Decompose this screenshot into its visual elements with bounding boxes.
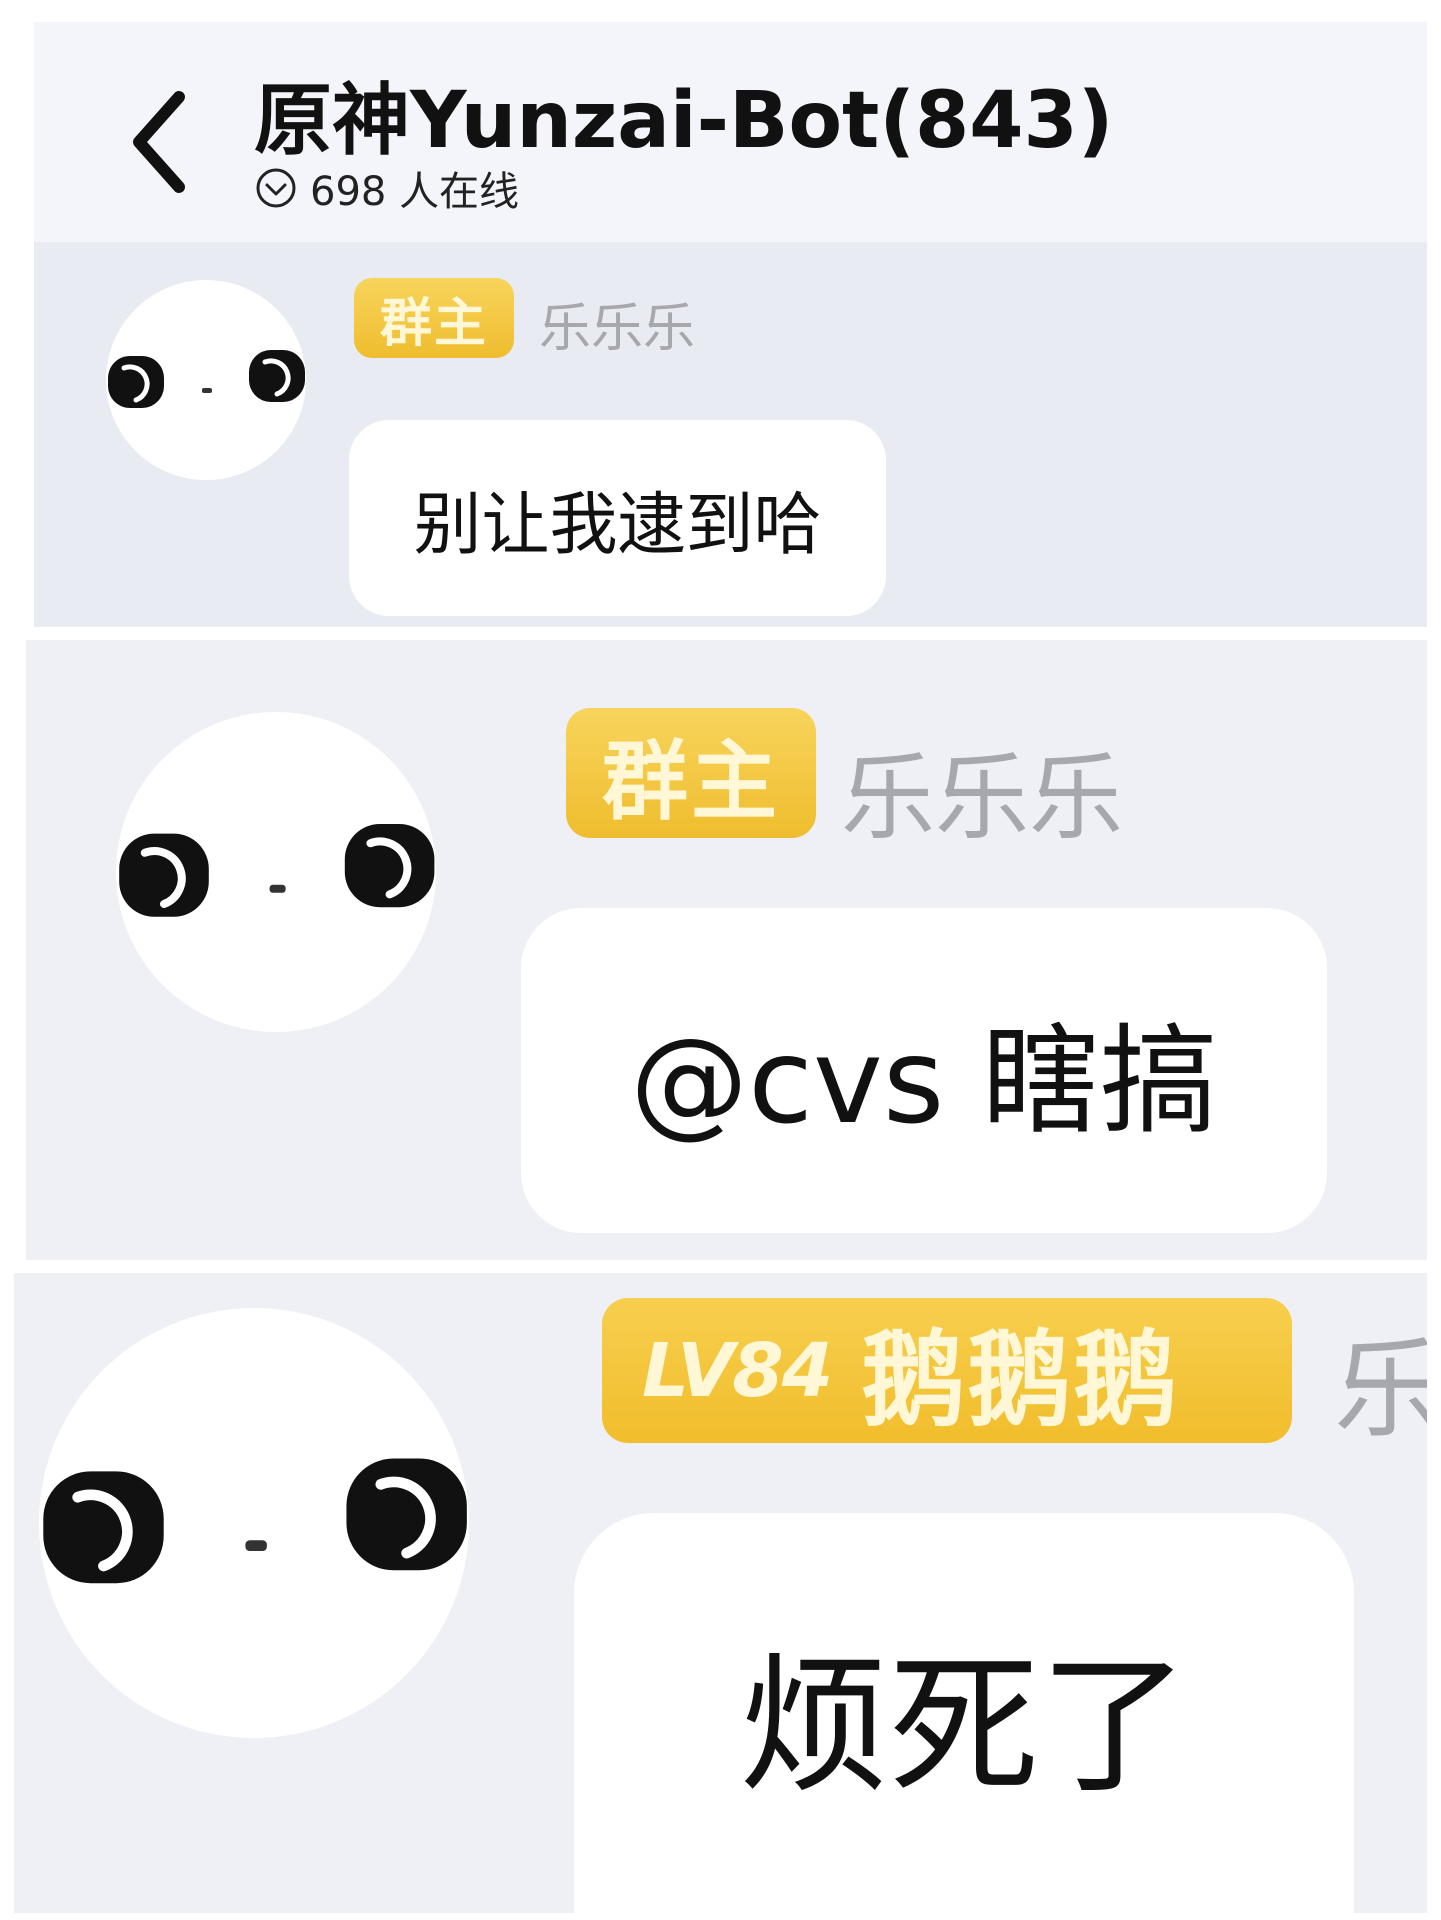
level-label: LV84	[642, 1327, 833, 1414]
avatar[interactable]	[106, 280, 306, 480]
member-title: 鹅鹅鹅	[861, 1319, 1180, 1441]
online-count-label: 698 人在线	[310, 169, 520, 215]
chat-screenshot-panel-3: LV84 鹅鹅鹅 乐 烦死了	[14, 1273, 1427, 1913]
sender-nickname[interactable]: 乐乐乐	[841, 722, 1123, 858]
avatar[interactable]	[116, 712, 436, 1032]
group-title[interactable]: 原神Yunzai-Bot(843)	[254, 58, 1113, 170]
level-title-badge: LV84 鹅鹅鹅	[602, 1298, 1292, 1443]
avatar[interactable]	[34, 1308, 474, 1738]
chevron-left-icon[interactable]	[124, 87, 194, 197]
message-bubble[interactable]: @cvs 瞎搞	[521, 908, 1327, 1233]
online-count[interactable]: 698 人在线	[254, 160, 519, 216]
owner-badge: 群主	[566, 708, 816, 838]
chevron-down-circle-icon	[256, 168, 296, 208]
message-row: 群主 乐乐乐 别让我逮到哈	[34, 242, 1427, 627]
sender-nickname[interactable]: 乐乐乐	[539, 286, 695, 361]
chat-screenshot-panel-2: 群主 乐乐乐 @cvs 瞎搞	[26, 640, 1427, 1260]
chat-header: 原神Yunzai-Bot(843) 698 人在线	[34, 22, 1427, 242]
owner-badge: 群主	[354, 278, 514, 358]
message-bubble[interactable]: 烦死了	[574, 1513, 1354, 1913]
sender-nickname[interactable]: 乐	[1334, 1303, 1427, 1459]
chat-screenshot-panel-1: 原神Yunzai-Bot(843) 698 人在线 群主 乐乐乐 别让我逮到哈	[34, 22, 1427, 627]
message-bubble[interactable]: 别让我逮到哈	[349, 420, 886, 616]
